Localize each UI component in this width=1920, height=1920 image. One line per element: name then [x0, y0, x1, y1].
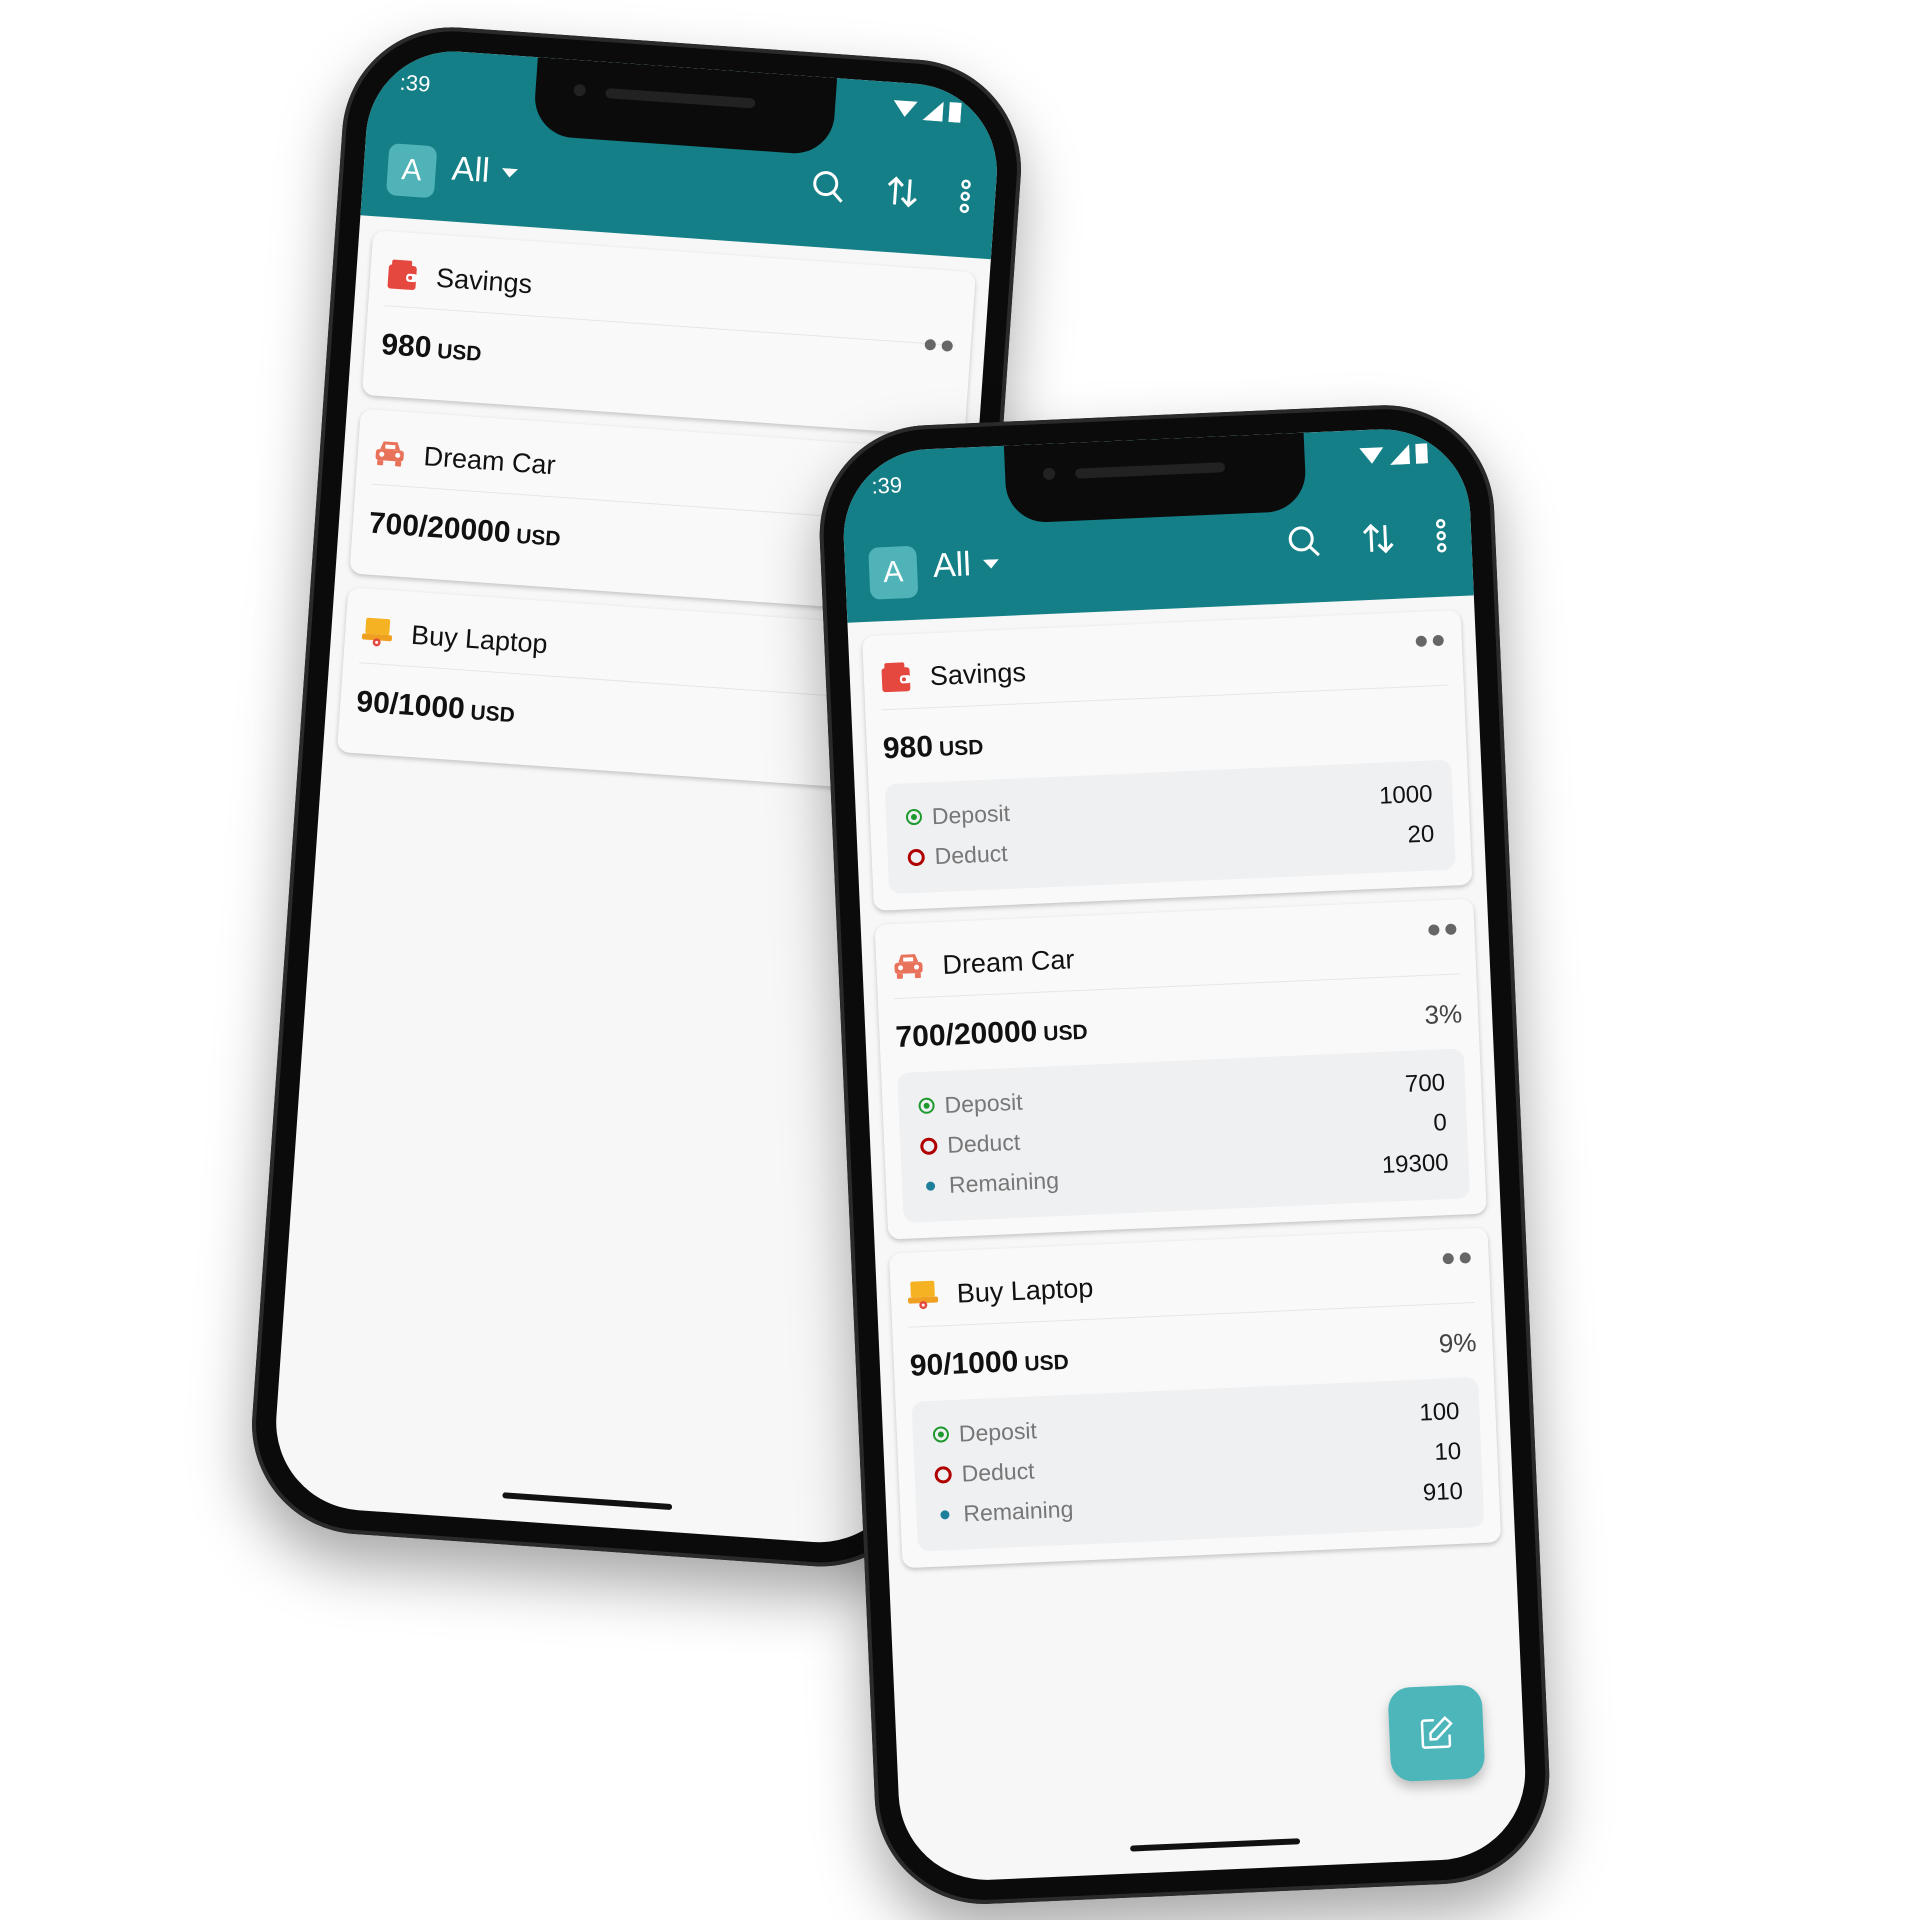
card-menu-button[interactable] — [1442, 1252, 1471, 1265]
card-percent: 3% — [1423, 998, 1463, 1030]
status-time: :39 — [870, 472, 903, 499]
filter-dropdown[interactable]: All — [932, 544, 999, 586]
deposit-value: 1000 — [1378, 780, 1434, 810]
more-vert-icon[interactable] — [958, 179, 972, 214]
dropdown-arrow-icon — [501, 167, 518, 177]
remaining-value: 910 — [1422, 1477, 1464, 1507]
card-percent: 9% — [1438, 1327, 1478, 1359]
battery-icon — [948, 102, 962, 123]
deduct-dot-icon — [919, 1136, 938, 1155]
status-icons — [892, 98, 962, 123]
card-title: Savings — [929, 656, 1027, 691]
card-title: Buy Laptop — [956, 1272, 1094, 1309]
filter-label: All — [450, 149, 491, 191]
notch — [532, 57, 838, 156]
goal-card-savings[interactable]: Savings 980 USD — [361, 230, 976, 437]
filter-label: All — [932, 545, 972, 585]
notch — [1003, 432, 1307, 524]
card-amount: 700/20000 USD — [367, 506, 562, 551]
front-screen: :39 A All Savings 980 USD Deposit 1000 D… — [840, 425, 1529, 1884]
search-icon[interactable] — [1287, 524, 1322, 559]
deposit-value: 100 — [1418, 1397, 1461, 1427]
deduct-value: 20 — [1406, 820, 1435, 849]
goal-card-dream-car[interactable]: Dream Car 700/20000 USD 3% Deposit 700 Dedu… — [874, 898, 1487, 1240]
deduct-dot-icon — [907, 848, 926, 866]
more-vert-icon[interactable] — [1434, 519, 1447, 553]
account-avatar[interactable]: A — [868, 545, 919, 600]
deposit-dot-icon — [918, 1097, 935, 1115]
deduct-value: 10 — [1433, 1437, 1462, 1466]
account-avatar[interactable]: A — [385, 143, 438, 199]
goal-card-buy-laptop[interactable]: Buy Laptop 90/1000 USD 9% Deposit 100 Deduc… — [888, 1227, 1502, 1569]
deposit-dot-icon — [932, 1426, 950, 1443]
signal-icon — [1390, 444, 1411, 465]
card-title: Buy Laptop — [410, 619, 549, 659]
deposit-dot-icon — [905, 808, 923, 826]
card-title: Savings — [435, 262, 534, 299]
signal-icon — [922, 101, 944, 122]
card-amount: 700/20000 USD — [894, 1014, 1089, 1055]
wifi-icon — [893, 100, 918, 117]
status-time: :39 — [398, 69, 432, 97]
edit-icon — [1420, 1715, 1453, 1749]
card-title: Dream Car — [941, 943, 1075, 980]
card-details: Deposit 1000 Deduct 20 — [884, 759, 1456, 895]
wallet-icon — [387, 259, 419, 291]
card-details: Deposit 700 Deduct 0 Remaining 19300 — [897, 1048, 1471, 1223]
card-menu-button[interactable] — [924, 338, 954, 352]
laptop-icon — [361, 617, 394, 648]
goal-card-savings[interactable]: Savings 980 USD Deposit 1000 Deduct 20 — [862, 610, 1473, 911]
remaining-dot-icon — [925, 1180, 936, 1191]
status-icons — [1359, 443, 1429, 466]
search-icon[interactable] — [810, 169, 846, 205]
wallet-icon — [881, 662, 912, 693]
sort-icon[interactable] — [884, 174, 920, 210]
dropdown-arrow-icon — [982, 558, 999, 568]
filter-dropdown[interactable]: All — [450, 150, 518, 193]
wifi-icon — [1359, 447, 1384, 464]
add-goal-fab[interactable] — [1387, 1684, 1486, 1783]
laptop-icon — [907, 1280, 939, 1310]
battery-icon — [1415, 443, 1429, 464]
car-icon — [893, 953, 923, 980]
card-amount: 980 USD — [380, 328, 483, 366]
deduct-value: 0 — [1432, 1109, 1448, 1137]
card-amount: 90/1000 USD — [355, 685, 516, 728]
remaining-value: 19300 — [1381, 1149, 1450, 1179]
deduct-dot-icon — [934, 1465, 953, 1484]
card-amount: 980 USD — [882, 730, 984, 766]
card-menu-button[interactable] — [1415, 634, 1445, 647]
sort-icon[interactable] — [1361, 521, 1396, 556]
card-details: Deposit 100 Deduct 10 Remaining 910 — [911, 1376, 1485, 1552]
remaining-dot-icon — [940, 1509, 950, 1520]
car-icon — [375, 440, 405, 467]
deposit-value: 700 — [1404, 1069, 1446, 1098]
front-phone: :39 A All Savings 980 USD Deposit 1000 D… — [815, 400, 1554, 1909]
app-bar: :39 A All — [840, 425, 1474, 623]
card-amount: 90/1000 USD — [909, 1345, 1070, 1383]
card-title: Dream Car — [422, 440, 557, 480]
card-menu-button[interactable] — [1428, 923, 1457, 936]
